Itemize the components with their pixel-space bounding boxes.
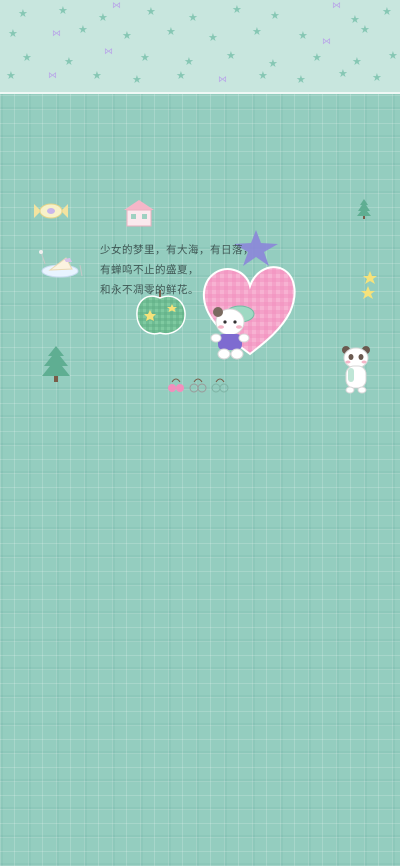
cake-icon — [39, 250, 83, 278]
star-icon: ★ — [382, 5, 392, 18]
star-icon: ★ — [184, 55, 194, 68]
quote-line-1: 少女的梦里，有大海，有日落， — [100, 244, 254, 256]
star-icon: ★ — [78, 23, 88, 36]
star-icon: ★ — [166, 25, 176, 38]
star-icon: ★ — [146, 5, 156, 18]
star-icon: ★ — [232, 3, 242, 16]
star-icon: ★ — [22, 51, 32, 64]
star-icon: ★ — [188, 11, 198, 24]
star-icon: ★ — [352, 55, 362, 68]
quote-line-3: 和永不凋零的鲜花。 — [100, 284, 199, 296]
star-icon: ★ — [360, 23, 370, 36]
bow-icon: ⋈ — [218, 75, 227, 85]
candy-icon — [34, 203, 68, 219]
star-icon: ★ — [8, 27, 18, 40]
star-icon: ★ — [58, 4, 68, 17]
star-icon: ★ — [6, 69, 16, 82]
star-icon: ★ — [252, 25, 262, 38]
quote-text: 少女的梦里，有大海，有日落， 有蝉鸣不止的盛夏， 和永不凋零的鲜花。 — [100, 240, 254, 300]
mini-tree-icon — [357, 199, 371, 219]
star-icon: ★ — [98, 11, 108, 24]
house-icon — [124, 200, 154, 227]
small-stars-icon — [361, 271, 377, 299]
star-icon: ★ — [258, 69, 268, 82]
star-icon: ★ — [176, 69, 186, 82]
star-icon: ★ — [270, 9, 280, 22]
star-icon: ★ — [208, 31, 218, 44]
star-icon: ★ — [132, 73, 142, 86]
star-icon: ★ — [350, 13, 360, 26]
quote-line-2: 有蝉鸣不止的盛夏， — [100, 264, 199, 276]
bow-icon: ⋈ — [104, 47, 113, 57]
bow-icon: ⋈ — [52, 29, 61, 39]
panda-icon — [342, 346, 370, 394]
star-icon: ★ — [226, 49, 236, 62]
bow-icon: ⋈ — [322, 37, 331, 47]
star-icon: ★ — [64, 55, 74, 68]
star-icon: ★ — [298, 29, 308, 42]
cherries-icon — [168, 378, 229, 393]
star-icon: ★ — [122, 29, 132, 42]
tree-icon — [42, 346, 70, 382]
star-icon: ★ — [388, 49, 398, 62]
star-icon: ★ — [18, 7, 28, 20]
star-icon: ★ — [296, 73, 306, 86]
star-icon: ★ — [372, 71, 382, 84]
star-icon: ★ — [312, 51, 322, 64]
bow-icon: ⋈ — [332, 1, 341, 11]
star-icon: ★ — [268, 57, 278, 70]
star-icon: ★ — [338, 67, 348, 80]
top-pattern-band: ★ ★ ★ ⋈ ★ ★ ★ ★ ⋈ ★ ★ ★ ⋈ ★ ★ ★ ★ ★ ★ ⋈ … — [0, 0, 400, 94]
bow-icon: ⋈ — [112, 1, 121, 11]
star-icon: ★ — [140, 51, 150, 64]
bow-icon: ⋈ — [48, 71, 57, 81]
bear-icon — [210, 305, 255, 360]
star-icon: ★ — [92, 69, 102, 82]
